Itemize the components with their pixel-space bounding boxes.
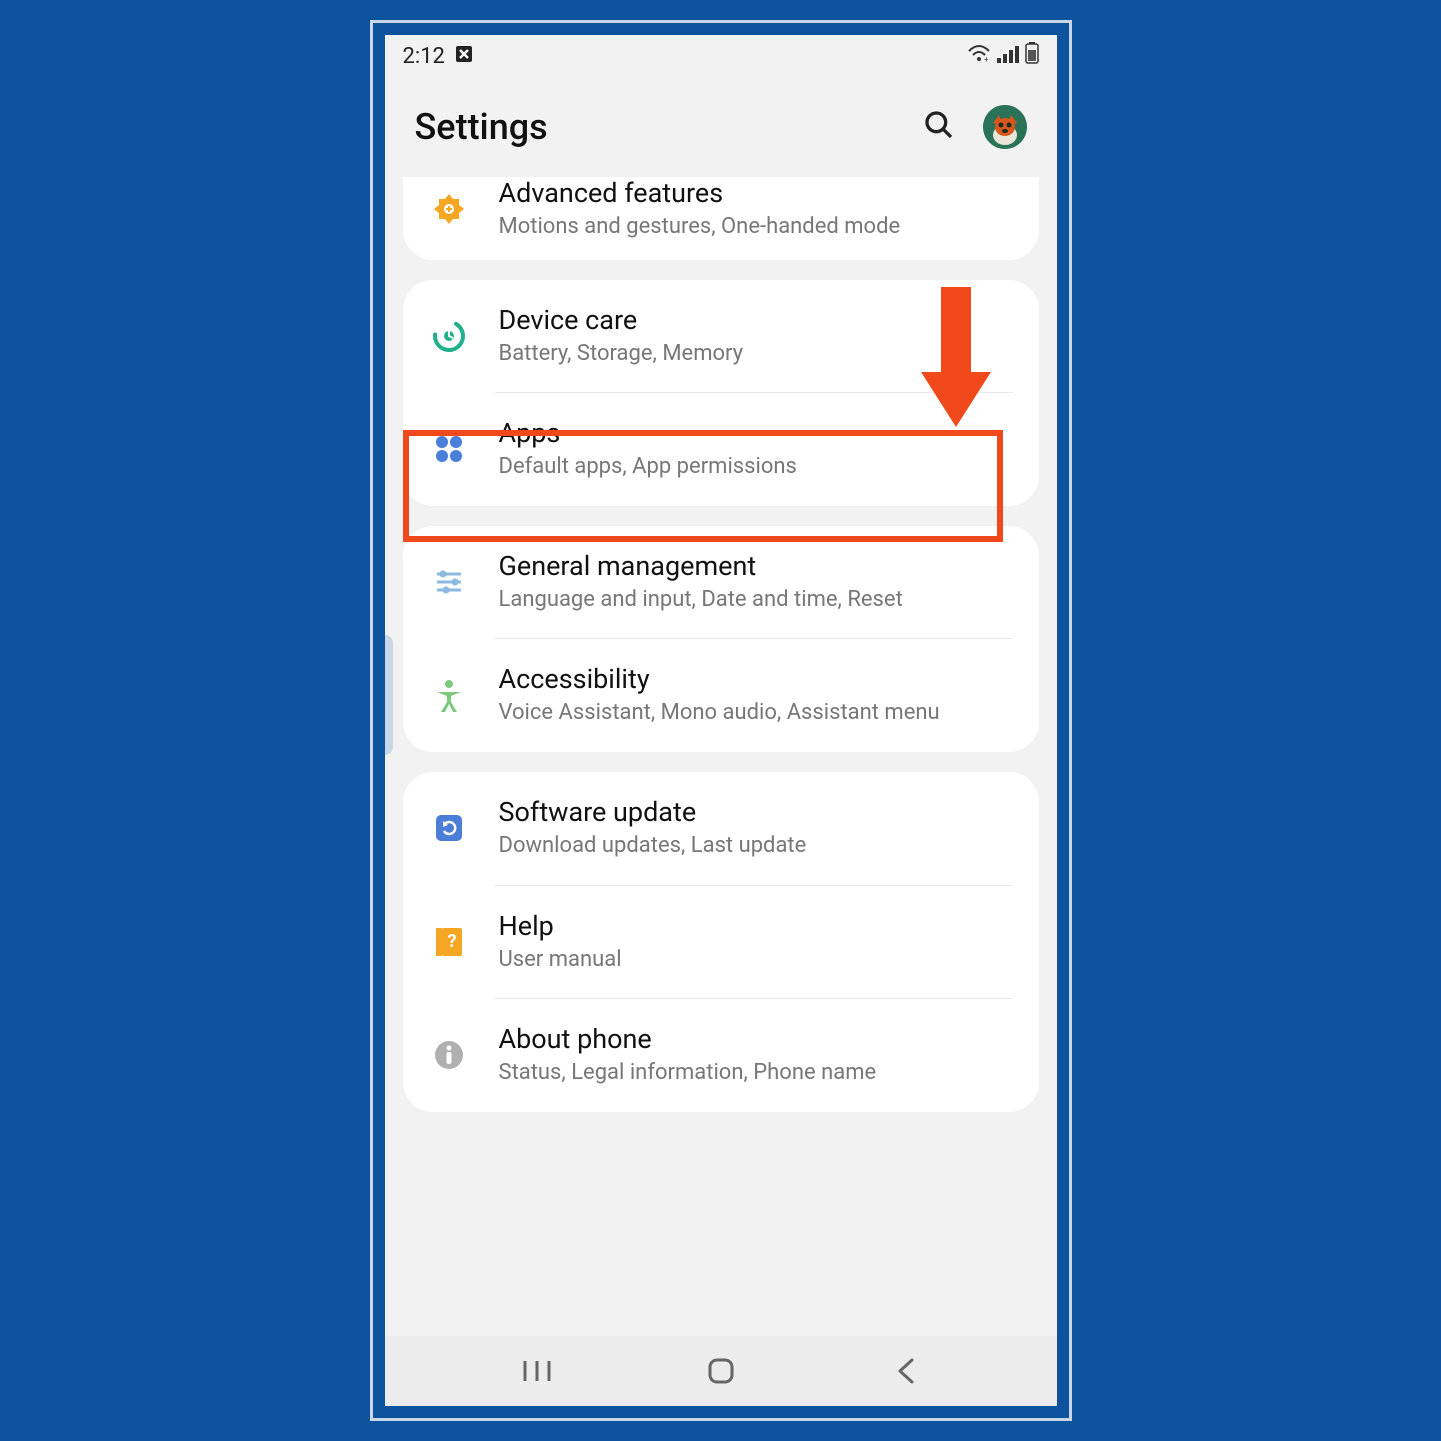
advanced-features-icon <box>429 189 469 229</box>
setting-software-update[interactable]: Software update Download updates, Last u… <box>403 772 1039 885</box>
phone-screen: 2:12 + Settings <box>385 35 1057 1406</box>
item-subtitle: User manual <box>499 946 1013 975</box>
setting-apps[interactable]: Apps Default apps, App permissions <box>403 393 1039 506</box>
item-subtitle: Motions and gestures, One-handed mode <box>499 213 1013 242</box>
notification-icon <box>455 44 473 69</box>
item-text: Help User manual <box>499 910 1013 975</box>
device-care-icon <box>429 316 469 356</box>
item-text: Device care Battery, Storage, Memory <box>499 304 1013 369</box>
item-text: Advanced features Motions and gestures, … <box>499 177 1013 242</box>
search-icon[interactable] <box>923 109 955 145</box>
item-title: Help <box>499 910 1013 942</box>
item-text: Apps Default apps, App permissions <box>499 417 1013 482</box>
svg-text:+: + <box>984 55 989 63</box>
accessibility-icon <box>429 676 469 716</box>
help-icon: ? <box>429 922 469 962</box>
header-actions <box>923 105 1027 149</box>
settings-group: General management Language and input, D… <box>403 526 1039 752</box>
side-notch <box>385 635 393 755</box>
setting-accessibility[interactable]: Accessibility Voice Assistant, Mono audi… <box>403 639 1039 752</box>
item-text: Software update Download updates, Last u… <box>499 796 1013 861</box>
item-subtitle: Battery, Storage, Memory <box>499 340 1013 369</box>
item-subtitle: Voice Assistant, Mono audio, Assistant m… <box>499 699 1013 728</box>
software-update-icon <box>429 808 469 848</box>
item-text: About phone Status, Legal information, P… <box>499 1023 1013 1088</box>
apps-icon <box>429 429 469 469</box>
home-button[interactable] <box>701 1351 741 1391</box>
status-left: 2:12 <box>403 44 473 69</box>
battery-icon <box>1025 42 1039 70</box>
status-time: 2:12 <box>403 44 445 69</box>
settings-group: Device care Battery, Storage, Memory App… <box>403 280 1039 506</box>
setting-general-management[interactable]: General management Language and input, D… <box>403 526 1039 639</box>
avatar[interactable] <box>983 105 1027 149</box>
item-title: Accessibility <box>499 663 1013 695</box>
item-text: Accessibility Voice Assistant, Mono audi… <box>499 663 1013 728</box>
item-subtitle: Default apps, App permissions <box>499 453 1013 482</box>
item-text: General management Language and input, D… <box>499 550 1013 615</box>
setting-device-care[interactable]: Device care Battery, Storage, Memory <box>403 280 1039 393</box>
item-subtitle: Language and input, Date and time, Reset <box>499 586 1013 615</box>
svg-text:?: ? <box>447 931 456 952</box>
setting-help[interactable]: ? Help User manual <box>403 886 1039 999</box>
item-title: Advanced features <box>499 177 1013 209</box>
item-title: Device care <box>499 304 1013 336</box>
back-button[interactable] <box>885 1351 925 1391</box>
setting-advanced-features[interactable]: Advanced features Motions and gestures, … <box>403 177 1039 260</box>
status-right: + <box>967 42 1039 70</box>
recents-button[interactable] <box>517 1351 557 1391</box>
settings-header: Settings <box>385 77 1057 177</box>
item-subtitle: Status, Legal information, Phone name <box>499 1059 1013 1088</box>
item-title: General management <box>499 550 1013 582</box>
general-management-icon <box>429 562 469 602</box>
settings-group: Advanced features Motions and gestures, … <box>403 177 1039 260</box>
settings-group: Software update Download updates, Last u… <box>403 772 1039 1112</box>
item-title: Software update <box>499 796 1013 828</box>
signal-icon <box>997 44 1019 69</box>
item-title: About phone <box>499 1023 1013 1055</box>
page-title: Settings <box>415 106 548 148</box>
outer-frame: 2:12 + Settings <box>370 20 1072 1421</box>
item-subtitle: Download updates, Last update <box>499 832 1013 861</box>
wifi-icon: + <box>967 43 991 69</box>
setting-about-phone[interactable]: About phone Status, Legal information, P… <box>403 999 1039 1112</box>
settings-content[interactable]: Advanced features Motions and gestures, … <box>385 177 1057 1336</box>
navigation-bar <box>385 1336 1057 1406</box>
status-bar: 2:12 + <box>385 35 1057 77</box>
about-phone-icon <box>429 1035 469 1075</box>
item-title: Apps <box>499 417 1013 449</box>
